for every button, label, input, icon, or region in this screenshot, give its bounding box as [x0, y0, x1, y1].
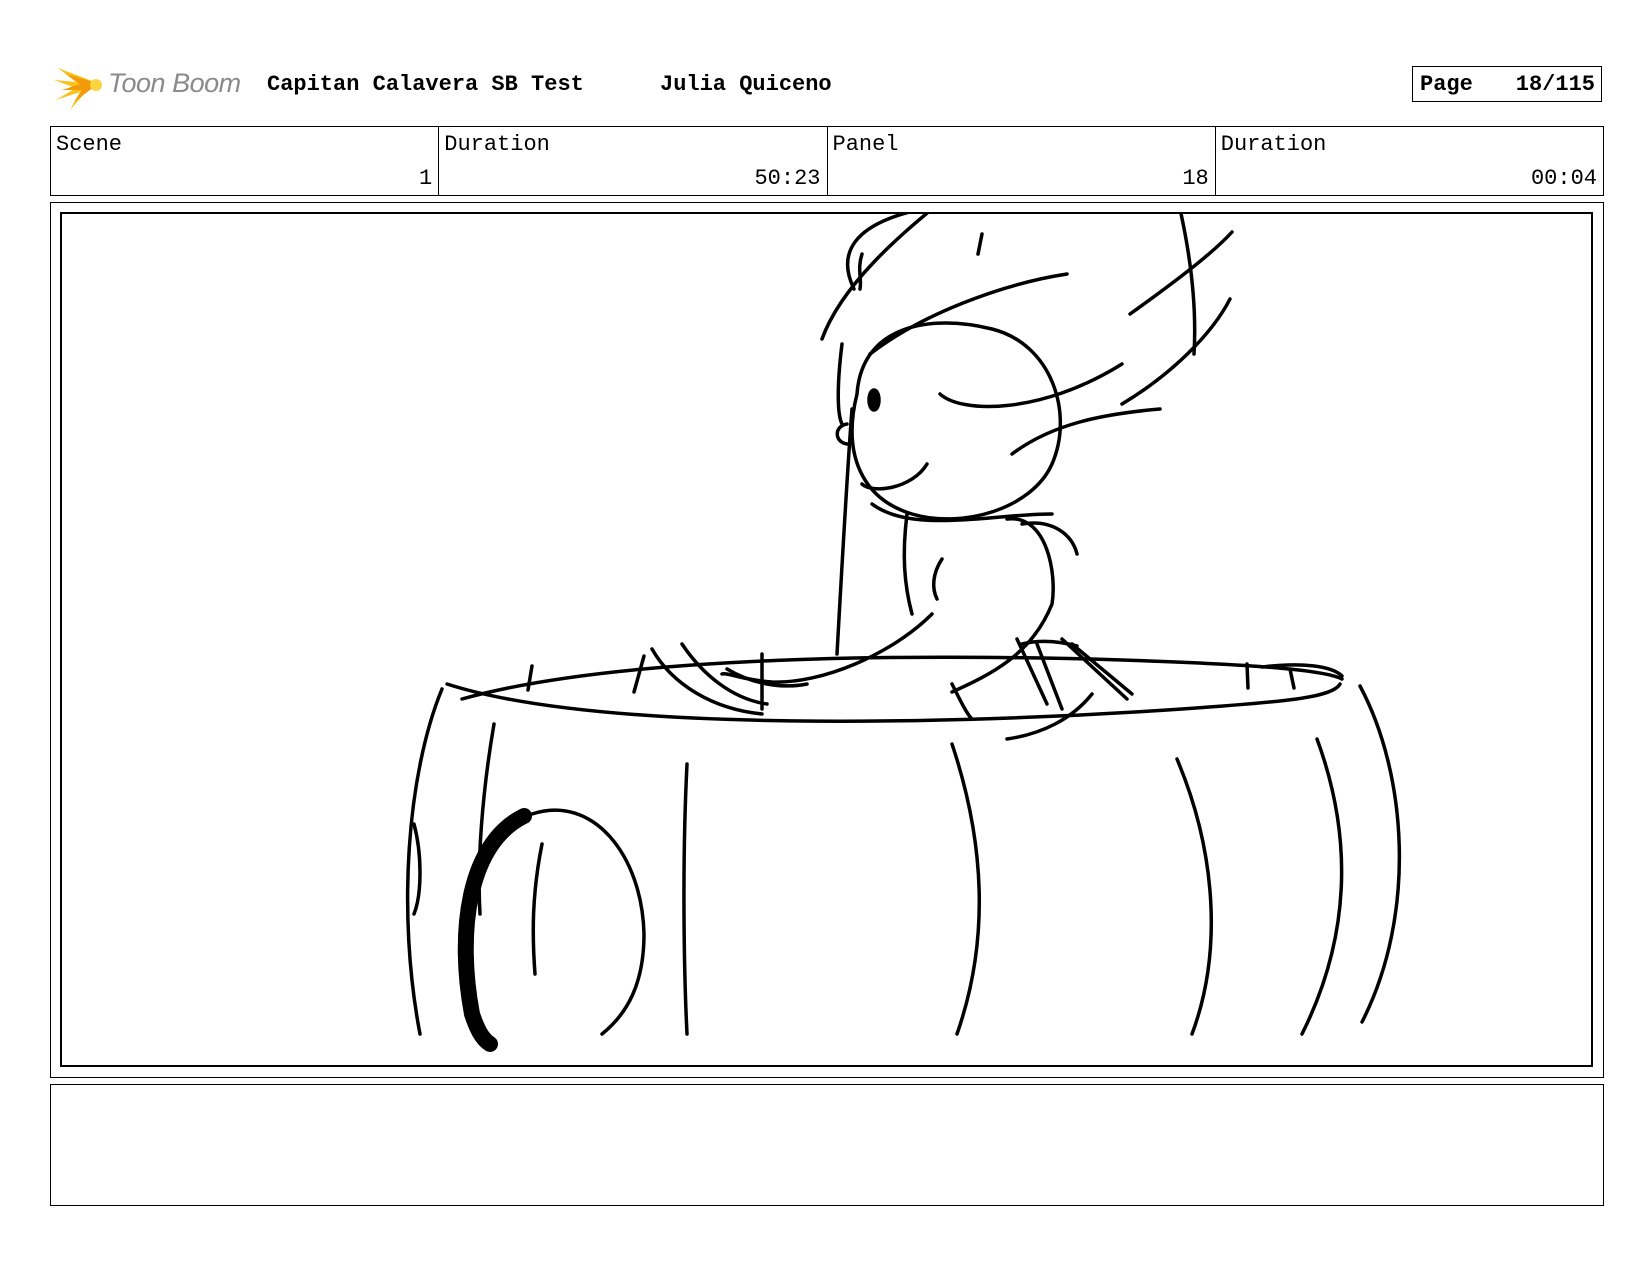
character-ear [835, 422, 849, 446]
sketch-drawing [405, 214, 1402, 1052]
hair-stroke [976, 232, 984, 256]
hair-stroke [857, 252, 864, 291]
panel-cell: Panel 18 [828, 127, 1216, 195]
panel-duration-label: Duration [1220, 132, 1327, 157]
hair-stroke [1010, 407, 1162, 456]
barrel-stave [950, 742, 981, 1036]
project-title: Capitan Calavera SB Test [267, 72, 584, 97]
scene-duration-label: Duration [444, 132, 550, 157]
character-arm [950, 517, 1055, 694]
panel-frame [50, 202, 1604, 1078]
character-neck [835, 407, 854, 656]
scene-label: Scene [56, 132, 123, 157]
author-name: Julia Quiceno [660, 72, 832, 97]
page-label: Page [1420, 72, 1473, 97]
character-fingers [1060, 637, 1129, 701]
character-body [902, 512, 914, 616]
toon-boom-logo: Toon Boom [52, 58, 252, 110]
barrel-stave [1300, 737, 1344, 1036]
character-smile [860, 462, 929, 491]
character-collar [870, 502, 1054, 523]
hair-stroke [820, 214, 929, 341]
panel-image [60, 212, 1593, 1067]
hair-stroke [938, 362, 1124, 409]
hair-stroke [868, 272, 1069, 356]
barrel-hole-shadow [457, 808, 532, 1052]
character-fingers [1070, 642, 1134, 696]
rim-tick [1245, 662, 1250, 690]
character-hand [650, 647, 764, 716]
character-fingers [1035, 642, 1064, 711]
barrel-right-side [1358, 684, 1402, 1024]
character-arm [720, 612, 934, 684]
character-fingers [1015, 637, 1049, 706]
hair-stroke [1128, 230, 1234, 316]
page-indicator: Page 18/115 [1412, 66, 1602, 102]
panel-value: 18 [1182, 166, 1209, 191]
starburst-icon [54, 68, 102, 110]
hair-stroke [1179, 214, 1197, 356]
scene-duration-cell: Duration 50:23 [439, 127, 828, 195]
hair-stroke [1120, 297, 1232, 406]
scene-duration-value: 50:23 [754, 166, 821, 191]
barrel-hole-inner [531, 842, 544, 976]
barrel-stave [682, 762, 689, 1036]
barrel-left-side [405, 687, 444, 1036]
scene-cell: Scene 1 [51, 127, 440, 195]
panel-notes [50, 1084, 1604, 1206]
rim-tick [526, 664, 534, 692]
panel-label: Panel [832, 132, 899, 157]
character-torso [931, 557, 944, 601]
character-collar [1020, 521, 1079, 556]
hair-stroke [836, 342, 844, 426]
character-eye [867, 388, 881, 412]
barrel-hole-outline [530, 808, 646, 1036]
barrel-stave [1175, 757, 1214, 1036]
barrel-rim-front [445, 682, 1342, 723]
rim-tick [632, 654, 646, 694]
page-value: 18/115 [1515, 72, 1595, 97]
panel-duration-cell: Duration 00:04 [1216, 127, 1603, 195]
logo-text: Toon Boom [108, 68, 241, 98]
rim-tick [1288, 667, 1296, 690]
panel-duration-value: 00:04 [1530, 166, 1597, 191]
barrel-stave [412, 822, 422, 916]
panel-info-row: Scene 1 Duration 50:23 Panel 18 Duration… [50, 126, 1604, 196]
storyboard-header: Toon Boom Capitan Calavera SB Test Julia… [52, 58, 1604, 110]
scene-value: 1 [419, 166, 433, 191]
barrel-rim-back [460, 655, 1344, 701]
character-fingers [1020, 639, 1079, 648]
